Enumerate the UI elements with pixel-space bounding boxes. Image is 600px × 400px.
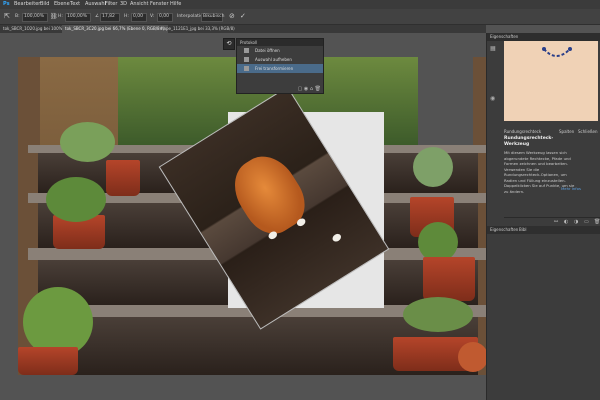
menu-edit[interactable]: Bearbeiten [14, 0, 41, 9]
tab-properties[interactable]: Eigenschaften [490, 226, 518, 234]
tab-libraries[interactable]: Bibl [519, 226, 527, 234]
angle-icon: ∠ [95, 14, 100, 19]
flower [458, 342, 488, 372]
preview-drawing [542, 47, 572, 57]
adjustment-icon[interactable]: ◑ [574, 219, 578, 225]
skew-v-label: V: [150, 14, 155, 19]
height-value[interactable]: 100,00% [67, 9, 87, 24]
menu-select[interactable]: Auswahl [85, 0, 106, 9]
plant-pot [423, 257, 475, 301]
history-step-transform[interactable]: Frei transformieren [237, 64, 323, 73]
history-step-label: Datei öffnen [255, 48, 280, 53]
tab-document-1[interactable]: tok_SBCR_1O20.jpg bei 100%... [0, 25, 69, 33]
skew-h-label: H: [124, 14, 129, 19]
tool-title: Rundungsrechteck-Werkzeug [504, 136, 554, 147]
right-panel: Eigenschaften ▦ ◉ Rundungsrechteck Spalt… [486, 33, 600, 400]
menu-view[interactable]: Ansicht [130, 0, 148, 9]
tool-preview-image [504, 41, 598, 121]
transform-tool-icon[interactable]: ⇱ [4, 9, 10, 24]
history-panel-title: Protokoll [237, 39, 323, 46]
succulent-plant [413, 147, 453, 187]
panel-action-icons: ⚯ ◐ ◑ ▭ 🗑 [504, 217, 600, 226]
history-step-open[interactable]: Datei öffnen [237, 46, 323, 55]
plant-leaves [403, 297, 473, 332]
eye-icon[interactable]: ◉ [490, 95, 495, 102]
menu-image[interactable]: Bild [40, 0, 49, 9]
history-step-label: Auswahl aufheben [255, 57, 292, 62]
transform-icon [244, 66, 249, 71]
tab-columns[interactable]: Spalten [559, 129, 574, 134]
link-icon[interactable]: ⛓ [50, 9, 58, 24]
history-panel: Protokoll Datei öffnen Auswahl aufheben … [236, 38, 324, 94]
width-value[interactable]: 100,00% [24, 9, 44, 24]
menu-3d[interactable]: 3D [120, 0, 127, 9]
plant-pot [106, 160, 140, 196]
history-step-label: Frei transformieren [255, 66, 294, 71]
document-tabs: tok_SBCR_1O20.jpg bei 100%... tok_SBCR_3… [0, 25, 486, 33]
menu-layer[interactable]: Ebene [54, 0, 70, 9]
history-footer-icons[interactable]: ▢ ◉ ⌂ 🗑 [298, 86, 321, 92]
tab-rounded-rect[interactable]: Rundungsrechteck [504, 129, 541, 134]
trash-icon[interactable]: 🗑 [594, 219, 600, 225]
panel-icon[interactable]: ▦ [490, 45, 496, 52]
skew-v-value[interactable]: 0,00 [159, 9, 169, 24]
folder-icon[interactable]: ▭ [584, 219, 589, 225]
width-label: B: [15, 14, 20, 19]
history-step-deselect[interactable]: Auswahl aufheben [237, 55, 323, 64]
plant-leaves [418, 222, 458, 262]
link-icon[interactable]: ⚯ [554, 219, 558, 225]
skew-h-value[interactable]: 0,00 [133, 9, 143, 24]
cat-paw [331, 232, 343, 244]
height-label: H: [58, 14, 63, 19]
right-panel-header: Eigenschaften [487, 33, 600, 41]
interpolation-value[interactable]: Bikubisch [203, 9, 224, 24]
angle-value[interactable]: 17,82 [102, 9, 115, 24]
document-icon [244, 48, 249, 53]
history-panel-icon[interactable]: ⟲ [223, 38, 235, 50]
deselect-icon [244, 57, 249, 62]
tab-document-2[interactable]: tok_SBCR_3C20.jpg bei 66,7% (Ebene 0, RG… [62, 25, 168, 33]
plant-pot [18, 347, 78, 375]
succulent-plant [60, 122, 115, 162]
bottom-panel-tabs: Eigenschaften Bibl [487, 226, 600, 234]
check-icon[interactable]: ✓ [240, 9, 246, 24]
mask-icon[interactable]: ◐ [564, 219, 568, 225]
tab-document-3[interactable]: nape_1121E1_jpg bei 33,3% (RGB/8) [158, 25, 238, 33]
menu-window[interactable]: Fenster [150, 0, 169, 9]
panel-dock-icons: ▦ ◉ [489, 41, 501, 221]
cat-image [223, 145, 316, 244]
learn-more-link[interactable]: Mehr Infos [561, 186, 581, 191]
menu-help[interactable]: Hilfe [170, 0, 181, 9]
options-bar: ⇱ B: 100,00% ⛓ H: 100,00% ∠ 17,82 H: 0,0… [0, 9, 600, 25]
plant-leaves [46, 177, 106, 222]
menu-bar: Ps Bearbeiten Bild Ebene Text Auswahl Fi… [0, 0, 600, 9]
menu-text[interactable]: Text [70, 0, 80, 9]
cancel-icon[interactable]: ⊘ [229, 9, 235, 24]
tab-close[interactable]: Schließen [578, 129, 597, 134]
photoshop-logo[interactable]: Ps [3, 0, 10, 9]
menu-filter[interactable]: Filter [105, 0, 117, 9]
